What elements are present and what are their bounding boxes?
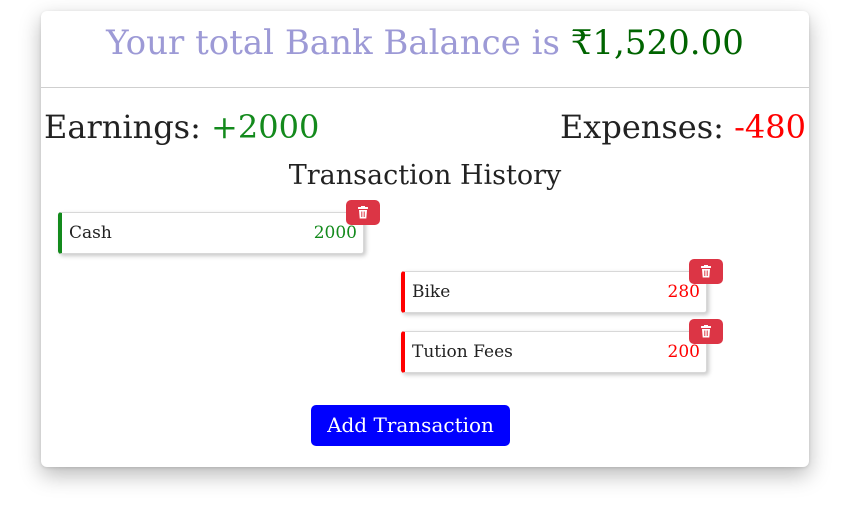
transaction-name: Cash <box>69 223 112 243</box>
delete-transaction-button[interactable] <box>346 200 380 225</box>
expenses-summary: Expenses: -480 <box>560 107 806 147</box>
delete-transaction-button[interactable] <box>689 259 723 284</box>
expenses-label: Expenses: <box>559 108 735 146</box>
transaction-name: Bike <box>412 282 451 302</box>
expense-tracker-card: Your total Bank Balance is ₹1,520.00 Ear… <box>41 11 809 467</box>
balance-heading: Your total Bank Balance is ₹1,520.00 <box>41 21 809 65</box>
balance-amount: ₹1,520.00 <box>570 23 744 63</box>
earnings-value: +2000 <box>211 108 320 146</box>
trash-icon <box>358 206 368 219</box>
trash-icon <box>701 325 711 338</box>
transaction-item: Bike 280 <box>401 271 707 313</box>
divider <box>41 87 809 88</box>
transaction-name: Tution Fees <box>412 342 513 362</box>
trash-icon <box>701 265 711 278</box>
expenses-value: -480 <box>734 108 806 146</box>
add-transaction-button[interactable]: Add Transaction <box>311 405 510 446</box>
delete-transaction-button[interactable] <box>689 319 723 344</box>
balance-label: Your total Bank Balance is <box>106 23 571 63</box>
earnings-label: Earnings: <box>44 108 212 146</box>
transaction-item: Tution Fees 200 <box>401 331 707 373</box>
earnings-summary: Earnings: +2000 <box>44 107 319 147</box>
transaction-history-title: Transaction History <box>288 160 562 191</box>
transaction-item: Cash 2000 <box>58 212 364 254</box>
